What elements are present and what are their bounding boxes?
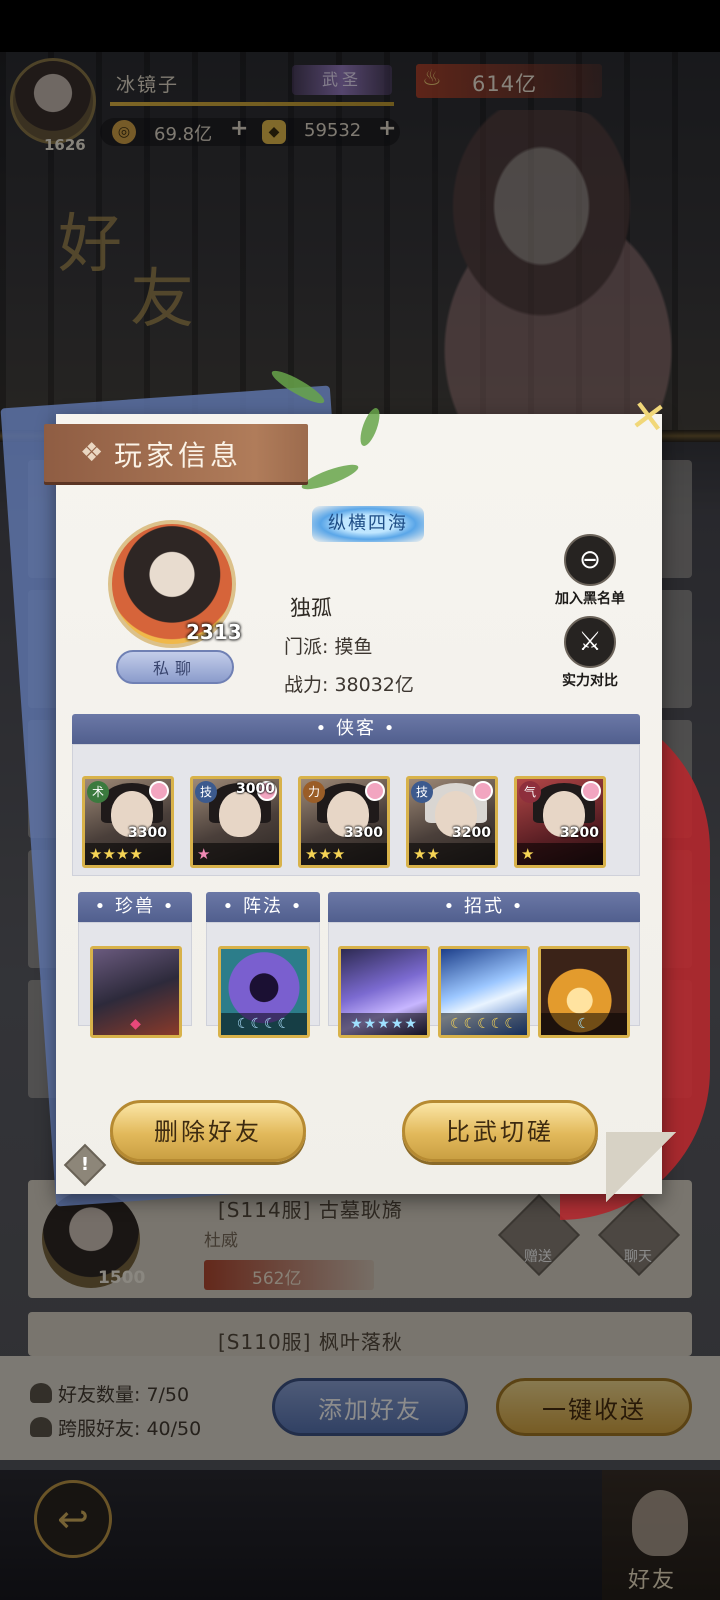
hero-face [219,791,261,837]
hero-stars: ★★ [409,843,495,865]
hero-card[interactable]: 技 3200 ★★ [406,776,498,868]
pet-title: 珍兽 [115,896,155,917]
page-fold [606,1132,676,1202]
spar-button[interactable]: 比武切磋 [402,1100,598,1162]
skill-card[interactable]: ★★★★★ [338,946,430,1038]
formation-moons: ☾☾☾☾ [221,1013,307,1035]
compare-button[interactable]: ⚔ 实力对比 [550,616,630,690]
blacklist-label: 加入黑名单 [555,591,625,607]
gem-icon [365,781,385,801]
delete-friend-button[interactable]: 删除好友 [110,1100,306,1162]
skill-moons: ☾☾☾☾☾ [441,1013,527,1035]
modal-title: 玩家信息 [114,439,243,472]
heroes-section-title: • 侠客 • [72,714,640,744]
formation-card[interactable]: ☾☾☾☾ [218,946,310,1038]
hero-value: 3200 [452,825,491,841]
target-level: 2313 [186,620,242,644]
gem-icon [149,781,169,801]
hero-type-badge: 技 [195,781,217,803]
skills-section-title: • 招式 • [328,892,640,922]
hero-value: 3300 [344,825,383,841]
hero-type-badge: 技 [411,781,433,803]
hero-type-badge: 力 [303,781,325,803]
hero-type-badge: 气 [519,781,541,803]
blacklist-icon: ⊖ [564,534,616,586]
heroes-title: 侠客 [336,718,376,739]
hero-stars: ★ [193,843,279,865]
hero-value: 3300 [128,825,167,841]
modal-header: ❖ 玩家信息 [44,424,308,482]
close-icon[interactable]: ✕ [621,390,675,447]
pet-gem-icon: ◆ [130,1016,142,1032]
hero-stars: ★★★ [301,843,387,865]
hero-type-badge: 术 [87,781,109,803]
hero-card[interactable]: 力 3300 ★★★ [298,776,390,868]
target-sect: 门派: 摸鱼 [284,636,373,658]
pet-card[interactable]: ◆ [90,946,182,1038]
blacklist-button[interactable]: ⊖ 加入黑名单 [550,534,630,608]
target-avatar: 2313 [108,520,242,648]
formation-title: 阵法 [243,896,283,917]
hero-card[interactable]: 术 3300 ★★★★ [82,776,174,868]
hero-value: 3000 [236,781,275,797]
skill-card[interactable]: ☾ [538,946,630,1038]
gem-icon [473,781,493,801]
hero-value: 3200 [560,825,599,841]
report-mark: ! [80,1154,90,1175]
private-chat-button[interactable]: 私聊 [116,650,234,684]
hero-stars: ★ [517,843,603,865]
pet-section-title: • 珍兽 • [78,892,192,922]
skill-stars: ★★★★★ [341,1013,427,1035]
hero-stars: ★★★★ [85,843,171,865]
skill-card[interactable]: ☾☾☾☾☾ [438,946,530,1038]
target-name: 独孤 [290,596,332,620]
compare-label: 实力对比 [562,673,618,689]
gem-icon [581,781,601,801]
skills-title: 招式 [464,896,504,917]
crossed-swords-icon: ⚔ [564,616,616,668]
formation-section-title: • 阵法 • [206,892,320,922]
hero-card[interactable]: 技 3000 ★ [190,776,282,868]
title-badge: 纵横四海 [312,506,424,542]
skill-moon: ☾ [541,1013,627,1035]
hero-card[interactable]: 气 3200 ★ [514,776,606,868]
diamond-ornament-icon: ❖ [80,438,104,468]
target-power: 战力: 38032亿 [284,674,414,696]
